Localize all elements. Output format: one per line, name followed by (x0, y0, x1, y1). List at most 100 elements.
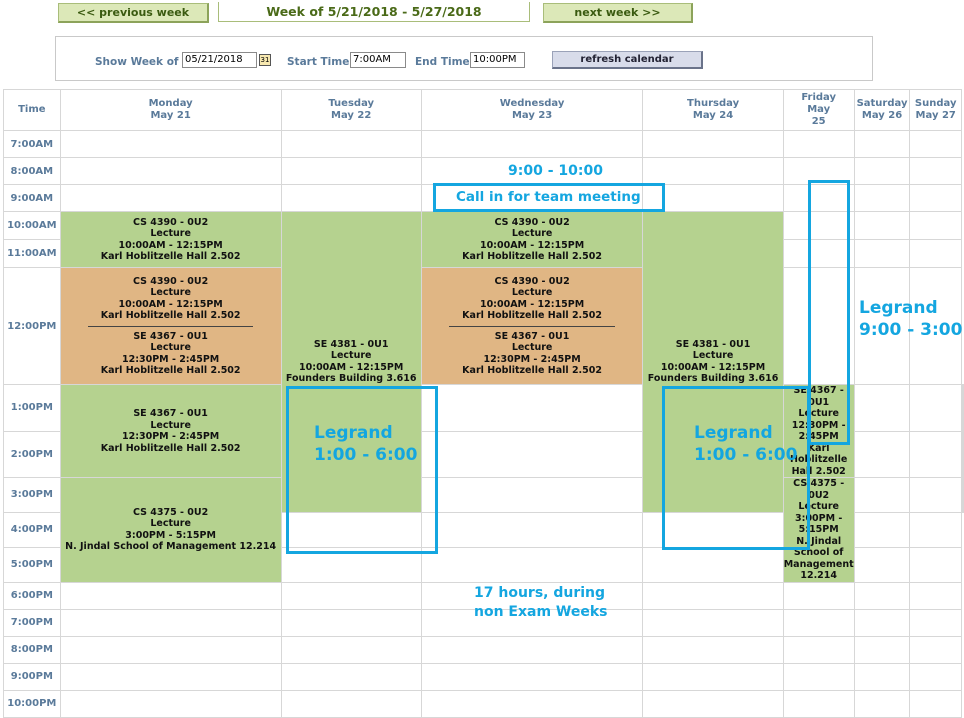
empty-slot[interactable] (909, 211, 962, 240)
empty-slot[interactable] (280, 157, 422, 185)
empty-slot[interactable] (909, 157, 962, 185)
empty-slot[interactable] (642, 689, 784, 718)
empty-slot[interactable] (782, 635, 855, 664)
empty-slot[interactable] (853, 239, 911, 268)
empty-slot[interactable] (853, 546, 911, 583)
time-label: 12:00PM (3, 267, 61, 385)
empty-slot[interactable] (59, 662, 282, 691)
overlap-event-monday[interactable]: CS 4390 - 0U2 Lecture 10:00AM - 12:15PM … (59, 267, 282, 385)
empty-slot[interactable] (853, 130, 911, 158)
empty-slot[interactable] (642, 608, 784, 637)
annotation-hours-note: 17 hours, during non Exam Weeks (474, 585, 608, 620)
empty-slot[interactable] (642, 157, 784, 185)
empty-slot[interactable] (420, 662, 644, 691)
empty-slot[interactable] (280, 662, 422, 691)
empty-slot[interactable] (909, 477, 962, 513)
class-event-cs4390-monday[interactable]: CS 4390 - 0U2 Lecture 10:00AM - 12:15PM … (59, 211, 282, 268)
empty-slot[interactable] (909, 239, 962, 268)
event-course: CS 4390 - 0U2 (494, 275, 570, 287)
event-type: Lecture (150, 228, 191, 239)
empty-slot[interactable] (853, 384, 911, 432)
empty-slot[interactable] (59, 130, 282, 158)
empty-slot[interactable] (782, 581, 855, 610)
empty-slot[interactable] (280, 689, 422, 718)
empty-slot[interactable] (280, 130, 422, 158)
empty-slot[interactable] (782, 662, 855, 691)
empty-slot[interactable] (59, 157, 282, 185)
empty-slot[interactable] (642, 635, 784, 664)
empty-slot[interactable] (420, 546, 644, 583)
show-week-input[interactable]: 05/21/2018 (182, 52, 257, 68)
empty-slot[interactable] (59, 635, 282, 664)
empty-slot[interactable] (642, 662, 784, 691)
empty-slot[interactable] (59, 689, 282, 718)
calendar-icon[interactable]: 31 (259, 54, 271, 66)
empty-slot[interactable] (853, 608, 911, 637)
empty-slot[interactable] (782, 130, 855, 158)
empty-slot[interactable] (420, 511, 644, 548)
end-time-input[interactable]: 10:00PM (470, 52, 525, 68)
empty-slot[interactable] (642, 581, 784, 610)
event-type: Lecture (150, 419, 191, 431)
empty-slot[interactable] (642, 546, 784, 583)
empty-slot[interactable] (962, 384, 964, 432)
empty-slot[interactable] (909, 662, 962, 691)
empty-slot[interactable] (962, 477, 964, 513)
event-time: 10:00AM - 12:15PM (479, 239, 585, 251)
empty-slot[interactable] (853, 211, 911, 240)
class-event-se4367-monday[interactable]: SE 4367 - 0U1 Lecture 12:30PM - 2:45PM K… (59, 384, 282, 478)
event-room: Karl Hoblitzelle Hall 2.502 (100, 442, 241, 454)
empty-slot[interactable] (909, 689, 962, 718)
next-week-button[interactable]: next week >> (543, 3, 693, 23)
time-label: 5:00PM (3, 546, 61, 583)
empty-slot[interactable] (909, 384, 962, 432)
previous-week-button[interactable]: << previous week (58, 3, 209, 23)
start-time-input[interactable]: 7:00AM (350, 52, 406, 68)
empty-slot[interactable] (420, 635, 644, 664)
empty-slot[interactable] (420, 430, 644, 478)
empty-slot[interactable] (909, 546, 962, 583)
empty-slot[interactable] (280, 608, 422, 637)
empty-slot[interactable] (853, 581, 911, 610)
show-week-label: Show Week of (95, 56, 179, 68)
empty-slot[interactable] (909, 511, 962, 548)
empty-slot[interactable] (280, 635, 422, 664)
empty-slot[interactable] (853, 157, 911, 185)
empty-slot[interactable] (962, 430, 964, 478)
empty-slot[interactable] (853, 689, 911, 718)
empty-slot[interactable] (642, 130, 784, 158)
overlap-event-wednesday[interactable]: CS 4390 - 0U2 Lecture 10:00AM - 12:15PM … (420, 267, 644, 385)
empty-slot[interactable] (909, 130, 962, 158)
empty-slot[interactable] (909, 184, 962, 212)
empty-slot[interactable] (782, 608, 855, 637)
empty-slot[interactable] (853, 184, 911, 212)
empty-slot[interactable] (59, 184, 282, 212)
empty-slot[interactable] (782, 689, 855, 718)
event-divider (88, 325, 254, 327)
empty-slot[interactable] (909, 635, 962, 664)
empty-slot[interactable] (853, 662, 911, 691)
empty-slot[interactable] (909, 430, 962, 478)
event-time: 10:00AM - 12:15PM (118, 298, 223, 310)
class-event-cs4375-monday[interactable]: CS 4375 - 0U2 Lecture 3:00PM - 5:15PM N.… (59, 477, 282, 583)
empty-slot[interactable] (420, 689, 644, 718)
event-divider (449, 325, 615, 327)
empty-slot[interactable] (853, 430, 911, 478)
empty-slot[interactable] (909, 608, 962, 637)
empty-slot[interactable] (853, 635, 911, 664)
empty-slot[interactable] (909, 581, 962, 610)
time-label: 2:00PM (3, 430, 61, 478)
empty-slot[interactable] (59, 608, 282, 637)
day-header-sunday: Sunday May 27 (909, 89, 962, 131)
time-label: 7:00AM (3, 130, 61, 158)
refresh-calendar-button[interactable]: refresh calendar (552, 51, 703, 69)
empty-slot[interactable] (420, 477, 644, 513)
empty-slot[interactable] (420, 384, 644, 432)
empty-slot[interactable] (59, 581, 282, 610)
empty-slot[interactable] (280, 184, 422, 212)
empty-slot[interactable] (853, 477, 911, 513)
empty-slot[interactable] (420, 130, 644, 158)
empty-slot[interactable] (280, 581, 422, 610)
class-event-cs4390-wednesday[interactable]: CS 4390 - 0U2 Lecture 10:00AM - 12:15PM … (420, 211, 644, 268)
empty-slot[interactable] (853, 511, 911, 548)
